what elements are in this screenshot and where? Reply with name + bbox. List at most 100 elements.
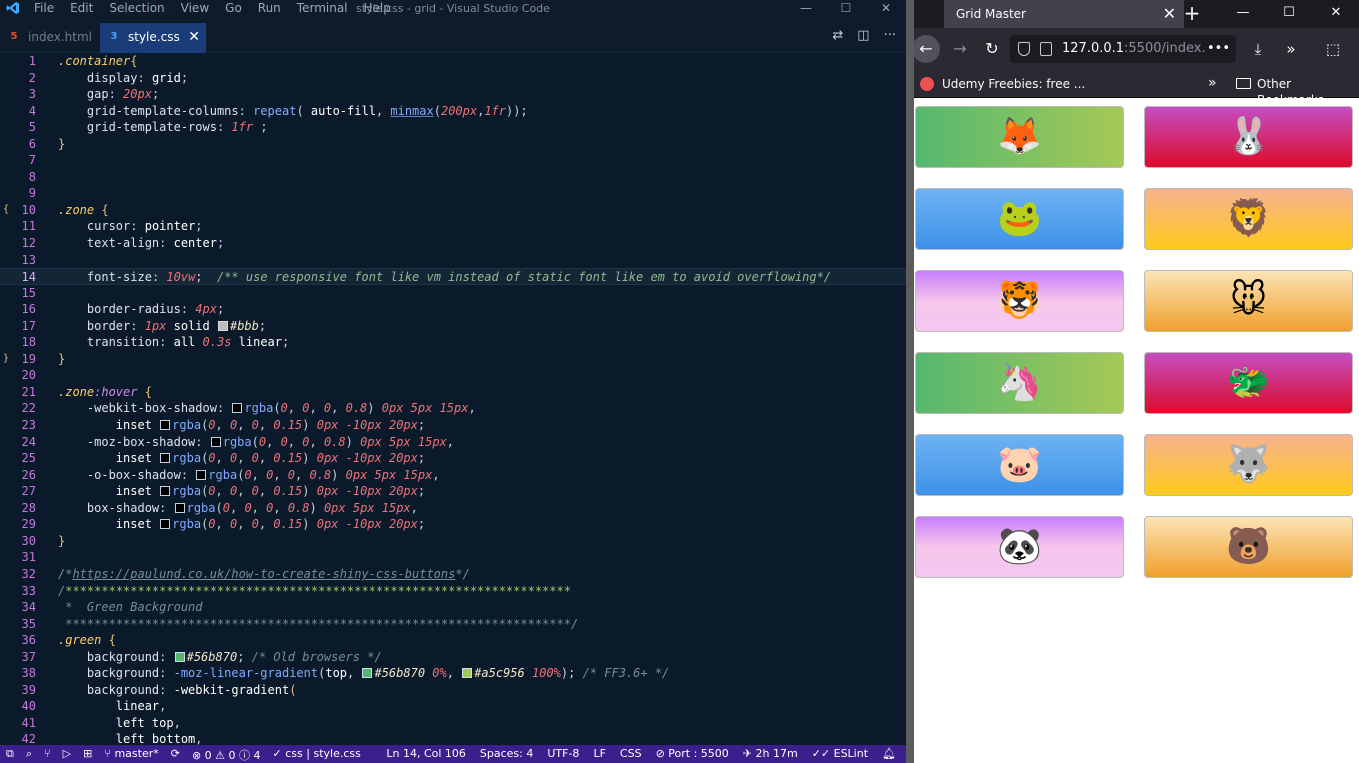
- tab-index-html[interactable]: 5 index.html: [0, 23, 100, 53]
- menu-help[interactable]: Help: [356, 1, 399, 16]
- menu-view[interactable]: View: [173, 1, 217, 16]
- code-line[interactable]: 2 display: grid;: [0, 70, 906, 87]
- code-line[interactable]: 12 text-align: center;: [0, 235, 906, 252]
- extensions-icon[interactable]: ⊞: [83, 747, 92, 763]
- menu-run[interactable]: Run: [250, 1, 289, 16]
- overflow-chevron-icon[interactable]: »: [1277, 35, 1305, 63]
- code-line[interactable]: 23 inset rgba(0, 0, 0, 0.15) 0px -10px 2…: [0, 417, 906, 434]
- code-line[interactable]: 42 left bottom,: [0, 731, 906, 745]
- page-info-icon[interactable]: [1040, 42, 1052, 56]
- address-bar[interactable]: 127.0.0.1:5500/index. •••: [1010, 35, 1236, 63]
- zone-card[interactable]: 🐷: [915, 434, 1124, 496]
- code-line[interactable]: 30}: [0, 533, 906, 550]
- maximize-button[interactable]: ☐: [1266, 0, 1312, 28]
- zone-card[interactable]: 🦄: [915, 352, 1124, 414]
- code-line[interactable]: 1 .container{: [0, 53, 906, 70]
- menu-go[interactable]: Go: [217, 1, 250, 16]
- zone-card[interactable]: 🐭: [1144, 270, 1353, 332]
- tab-style-css[interactable]: 3 style.css ✕: [100, 23, 206, 53]
- menu-file[interactable]: File: [26, 1, 62, 16]
- code-line[interactable]: 24 -moz-box-shadow: rgba(0, 0, 0, 0.8) 0…: [0, 434, 906, 451]
- code-line[interactable]: 32 /*https://paulund.co.uk/how-to-create-…: [0, 566, 906, 583]
- code-line[interactable]: 39 background: -webkit-gradient(: [0, 682, 906, 699]
- page-actions-icon[interactable]: •••: [1207, 35, 1230, 63]
- indentation[interactable]: Spaces: 4: [480, 747, 533, 760]
- zone-card[interactable]: 🐻: [1144, 516, 1353, 578]
- new-tab-button[interactable]: +: [1178, 0, 1206, 28]
- code-line[interactable]: 3 gap: 20px;: [0, 86, 906, 103]
- split-editor-icon[interactable]: ◫: [857, 28, 869, 43]
- menu-selection[interactable]: Selection: [101, 1, 172, 16]
- minimize-button[interactable]: —: [1220, 0, 1266, 28]
- code-line[interactable]: 25 inset rgba(0, 0, 0, 0.15) 0px -10px 2…: [0, 450, 906, 467]
- language-mode[interactable]: CSS: [620, 747, 642, 760]
- bookmark-udemy[interactable]: Udemy Freebies: free ...: [920, 76, 1085, 92]
- close-window-button[interactable]: ✕: [1313, 0, 1359, 28]
- close-tab-icon[interactable]: ✕: [1163, 0, 1176, 28]
- code-line[interactable]: {10 .zone {: [0, 202, 906, 219]
- menu-terminal[interactable]: Terminal: [289, 1, 356, 16]
- code-line[interactable]: 27 inset rgba(0, 0, 0, 0.15) 0px -10px 2…: [0, 483, 906, 500]
- zone-card[interactable]: 🐼: [915, 516, 1124, 578]
- maximize-button[interactable]: ☐: [826, 0, 866, 18]
- encoding[interactable]: UTF-8: [547, 747, 579, 760]
- tracking-protection-icon[interactable]: [1018, 42, 1030, 56]
- cursor-position[interactable]: Ln 14, Col 106: [386, 747, 466, 760]
- code-line[interactable]: 17 border: 1px solid #bbb;: [0, 318, 906, 335]
- zone-card[interactable]: 🐲: [1144, 352, 1353, 414]
- code-line[interactable]: 38 background: -moz-linear-gradient(top,…: [0, 665, 906, 682]
- search-icon[interactable]: ⌕: [26, 747, 32, 763]
- code-line[interactable]: 40 linear,: [0, 698, 906, 715]
- code-line[interactable]: 33 /*************************************…: [0, 583, 906, 600]
- code-line[interactable]: 9: [0, 185, 906, 202]
- eslint-status[interactable]: ✓✓ ESLint: [812, 747, 868, 760]
- live-server-port[interactable]: ⊘ Port : 5500: [656, 747, 729, 760]
- code-line[interactable]: 8: [0, 169, 906, 186]
- extensions-icon[interactable]: ⬚: [1319, 35, 1347, 63]
- code-line[interactable]: 4 grid-template-columns: repeat( auto-fi…: [0, 103, 906, 120]
- reload-button[interactable]: ↻: [978, 35, 1006, 63]
- source-control-icon[interactable]: ⑂: [44, 747, 51, 763]
- code-editor[interactable]: 1 .container{2 display: grid; 3 gap: 20px;…: [0, 53, 906, 745]
- code-line[interactable]: 36 .green {: [0, 632, 906, 649]
- code-line[interactable]: 11 cursor: pointer;: [0, 218, 906, 235]
- code-line[interactable]: } 19}: [0, 351, 906, 368]
- code-line[interactable]: 31: [0, 549, 906, 566]
- zone-card[interactable]: 🦁: [1144, 188, 1353, 250]
- branch-status[interactable]: ⑂ master*: [104, 747, 158, 763]
- code-line[interactable]: 18 transition: all 0.3s linear;: [0, 334, 906, 351]
- lang-status[interactable]: ✓ css | style.css: [273, 747, 361, 763]
- code-line[interactable]: 28 box-shadow: rgba(0, 0, 0, 0.8) 0px 5p…: [0, 500, 906, 517]
- time-tracker[interactable]: ✈ 2h 17m: [743, 747, 798, 760]
- code-line[interactable]: 26 -o-box-shadow: rgba(0, 0, 0, 0.8) 0px…: [0, 467, 906, 484]
- remote-icon[interactable]: ⧉: [6, 747, 14, 763]
- code-line[interactable]: 7: [0, 152, 906, 169]
- code-line[interactable]: 35 *************************************…: [0, 616, 906, 633]
- zone-card[interactable]: 🐸: [915, 188, 1124, 250]
- zone-card[interactable]: 🐯: [915, 270, 1124, 332]
- code-line[interactable]: 41 left top,: [0, 715, 906, 732]
- menu-edit[interactable]: Edit: [62, 1, 101, 16]
- code-line[interactable]: 6}: [0, 136, 906, 153]
- code-line[interactable]: 21 .zone:hover {: [0, 384, 906, 401]
- sync-icon[interactable]: ⟳: [171, 747, 180, 763]
- browser-tab[interactable]: Grid Master ✕: [944, 0, 1184, 28]
- code-line[interactable]: 22 -webkit-box-shadow: rgba(0, 0, 0, 0.8…: [0, 400, 906, 417]
- zone-card[interactable]: 🐺: [1144, 434, 1353, 496]
- code-line[interactable]: 16 border-radius: 4px;: [0, 301, 906, 318]
- code-line[interactable]: 13: [0, 252, 906, 269]
- run-icon[interactable]: ▷: [63, 747, 71, 763]
- code-line[interactable]: 15: [0, 285, 906, 302]
- back-button[interactable]: ←: [914, 35, 940, 63]
- close-window-button[interactable]: ✕: [866, 0, 906, 18]
- code-line[interactable]: 20: [0, 367, 906, 384]
- code-line[interactable]: 34 * Green Background: [0, 599, 906, 616]
- zone-card[interactable]: 🐰: [1144, 106, 1353, 168]
- close-tab-icon[interactable]: ✕: [188, 23, 200, 51]
- code-line[interactable]: 29 inset rgba(0, 0, 0, 0.15) 0px -10px 2…: [0, 516, 906, 533]
- bookmarks-overflow-icon[interactable]: »: [1208, 75, 1217, 91]
- forward-button[interactable]: →: [946, 35, 974, 63]
- minimize-button[interactable]: —: [786, 0, 826, 18]
- code-line[interactable]: 5 grid-template-rows: 1fr ;: [0, 119, 906, 136]
- compare-changes-icon[interactable]: ⇄: [832, 28, 843, 43]
